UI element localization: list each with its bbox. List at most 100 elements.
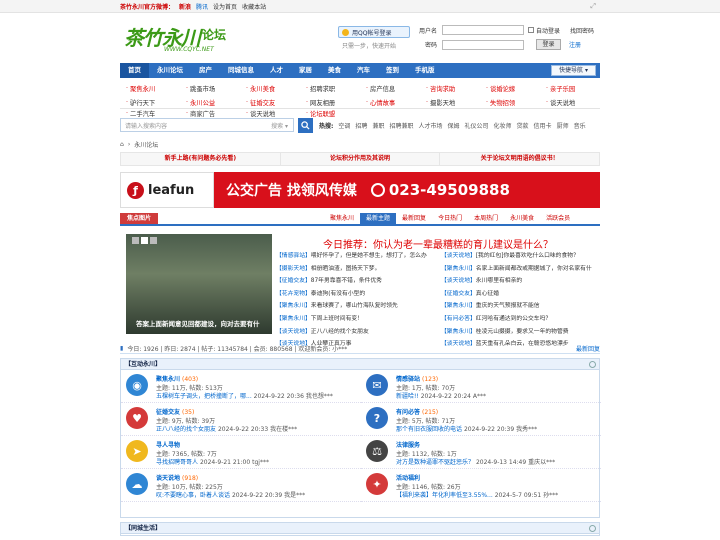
breadcrumb-section[interactable]: 永川论坛 [134, 140, 158, 149]
search-input[interactable]: 请输入搜索内容 搜索 ▾ [120, 118, 294, 132]
announcement-link[interactable]: 论坛积分作用及其说明 [281, 153, 441, 165]
sublink[interactable]: · 招聘求职 [300, 81, 360, 95]
topic-item[interactable]: 【征婚交友】87年男靠喜不错，条件优秀 [276, 275, 435, 288]
forum-item[interactable]: ➤ 寻人寻物 主题: 7365, 帖数: 7万 寻找招聘哥哥人 2024-9-2… [121, 436, 361, 469]
quick-nav-button[interactable]: 快捷导航 ▾ [551, 65, 596, 76]
nav-realestate[interactable]: 房产 [191, 63, 220, 78]
tab-latest-topics[interactable]: 最新主题 [360, 213, 397, 224]
search-button[interactable] [298, 117, 313, 133]
forum-item[interactable]: ♥ 征婚交友 (35) 主题: 9万, 帖数: 39万 正八八经的找个女朋友 20… [121, 403, 361, 436]
sublink[interactable]: · 失物招领 [480, 95, 540, 109]
sublink[interactable]: · 永川美食 [240, 81, 300, 95]
sublink[interactable]: · 聚焦永川 [120, 81, 180, 95]
sublink[interactable]: · 谈天说地 [540, 95, 600, 109]
topic-item[interactable]: 【情感驿站】喂好怀孕了，但是她不想生，想打了，怎么办 [276, 250, 435, 263]
topic-item[interactable]: 【聚焦永川】桂凌元山摄摄，要求又一年的物管费 [441, 326, 600, 339]
tab-food[interactable]: 永川美食 [504, 213, 540, 224]
last-post-link[interactable]: 【福利来袭】年化利率低至3.55%... [396, 492, 493, 499]
forum-item[interactable]: ☁ 谈天说地 (918) 主题: 10万, 帖数: 225万 叹:不要瞎心事，卧着… [121, 469, 361, 502]
nav-checkin[interactable]: 签到 [378, 63, 407, 78]
forum-item[interactable]: ✦ 活动福利 主题: 1146, 帖数: 26万 【福利来袭】年化利率低至3.5… [361, 469, 601, 502]
forum-item[interactable]: ⚖ 法律服务 主题: 1132, 帖数: 1万 对方是数种逼罪不驱赶惩乐？ 20… [361, 436, 601, 469]
password-input[interactable] [442, 39, 524, 50]
nav-home[interactable]: 首页 [120, 63, 149, 78]
topic-item[interactable]: 【谈天说地】永川哪里有相亲的 [441, 275, 600, 288]
sublink[interactable]: · 心情故事 [360, 95, 420, 109]
search-type-select[interactable]: 搜索 ▾ [271, 121, 288, 130]
sublink[interactable]: · 谈婚论嫁 [480, 81, 540, 95]
sublink[interactable]: · 亲子乐园 [540, 81, 600, 95]
hot-search-link[interactable]: 化妆师 [494, 121, 512, 130]
topic-item[interactable]: 【聚焦永川】名家上面新闻都改或期据城了，你对名家有什 [441, 263, 600, 276]
hot-search-link[interactable]: 礼仪公司 [465, 121, 489, 130]
last-post-link[interactable]: 正八八经的找个女朋友 [156, 426, 216, 433]
sublink[interactable]: · 咨询求助 [420, 81, 480, 95]
hot-search-link[interactable]: 信用卡 [534, 121, 552, 130]
site-logo[interactable]: 茶竹永川 论坛 WWW.CQYC.NET [120, 17, 240, 59]
topic-item[interactable]: 【聚焦永川】重庆的天气预报就不能信 [441, 300, 600, 313]
slide-dot[interactable] [132, 237, 139, 244]
sublink[interactable]: · 征婚交友 [240, 95, 300, 109]
topic-item[interactable]: 【花卉宠物】泰迪狗(有没有小型的 [276, 288, 435, 301]
nav-food[interactable]: 美食 [320, 63, 349, 78]
forum-item[interactable]: ◉ 聚焦永川 (403) 主题: 11万, 帖数: 513万 五棵树车子调头，把桥… [121, 370, 361, 403]
nav-forum[interactable]: 永川论坛 [149, 63, 191, 78]
forgot-password-link[interactable]: 找回密码 [570, 26, 594, 35]
ad-banner[interactable]: ƒ leafun 公交广告 找领风传媒 023-49509888 [120, 172, 600, 208]
announcement-link[interactable]: 新手上路(有问题务必先看) [121, 153, 281, 165]
bookmark-link[interactable]: 收藏本站 [242, 2, 266, 11]
nav-local-info[interactable]: 同城信息 [220, 63, 262, 78]
last-post-link[interactable]: 那个有旧衣服回收的电话 [396, 426, 462, 433]
focus-headline[interactable]: 今日推荐：你认为老一辈最糟糕的育儿建议是什么？ [276, 236, 600, 251]
collapse-icon[interactable] [589, 361, 596, 368]
hot-search-link[interactable]: 保姆 [447, 121, 459, 130]
hot-search-link[interactable]: 空调 [338, 121, 350, 130]
tab-focus-yongchuan[interactable]: 聚焦永川 [324, 213, 360, 224]
topic-item[interactable]: 【聚焦永川】下周上班时间有变！ [276, 313, 435, 326]
sublink[interactable]: · 房产信息 [360, 81, 420, 95]
set-home-link[interactable]: 设为首页 [213, 2, 237, 11]
hot-search-link[interactable]: 兼职 [372, 121, 384, 130]
topic-item[interactable]: 【谈天说地】正八八经的找个女朋友 [276, 326, 435, 339]
sublink[interactable]: · 网友相册 [300, 95, 360, 109]
topic-item[interactable]: 【摄影天地】相册晒油渣，图扬天下梦。 [276, 263, 435, 276]
topic-item[interactable]: 【征婚交友】真心征婚 [441, 288, 600, 301]
last-post-link[interactable]: 对方是数种逼罪不驱赶惩乐？ [396, 459, 474, 466]
register-link[interactable]: 注册 [569, 40, 581, 49]
nav-talent[interactable]: 人才 [262, 63, 291, 78]
nav-home-deco[interactable]: 家居 [291, 63, 320, 78]
forum-item[interactable]: ✉ 情感驿站 (123) 主题: 1万, 帖数: 70万 新疆哈!! 2024-9… [361, 370, 601, 403]
hot-search-link[interactable]: 厨师 [557, 121, 569, 130]
last-post-link[interactable]: 叹:不要瞎心事，卧着人谈话 [156, 492, 230, 499]
weibo-sina-link[interactable]: 新浪 [179, 2, 191, 11]
tab-latest-replies[interactable]: 最新回复 [396, 213, 432, 224]
hot-search-link[interactable]: 贷款 [517, 121, 529, 130]
login-button[interactable]: 登录 [536, 39, 561, 50]
last-post-link[interactable]: 五棵树车子调头，把桥撞断了，哪... [156, 393, 252, 400]
hot-search-link[interactable]: 招聘 [355, 121, 367, 130]
hot-search-link[interactable]: 音乐 [574, 121, 586, 130]
tab-active-members[interactable]: 活跃会员 [540, 213, 576, 224]
tab-week-hot[interactable]: 本周热门 [468, 213, 504, 224]
last-post-link[interactable]: 寻找招聘哥哥人 [156, 459, 198, 466]
qq-login-button[interactable]: 用QQ帐号登录 [338, 26, 410, 38]
hot-search-link[interactable]: 人才市场 [418, 121, 442, 130]
username-input[interactable] [442, 25, 524, 35]
auto-login-checkbox[interactable] [528, 27, 534, 33]
last-post-link[interactable]: 新疆哈!! [396, 393, 419, 400]
focus-image[interactable]: 答案上面新闻意见回都建设，向对去要有什 [126, 234, 272, 334]
topic-item[interactable]: 【聚焦永川】来看球赛了，哪山竹海队复时领先 [276, 300, 435, 313]
slide-dot[interactable] [150, 237, 157, 244]
weibo-tencent-link[interactable]: 腾讯 [196, 2, 208, 11]
latest-replies-link[interactable]: 最新回复 [576, 344, 600, 353]
tab-today-hot[interactable]: 今日热门 [432, 213, 468, 224]
slide-dot[interactable] [141, 237, 148, 244]
hot-search-link[interactable]: 招聘兼职 [389, 121, 413, 130]
announcement-link[interactable]: 关于论坛文明用语的倡议书！ [440, 153, 599, 165]
sublink[interactable]: · 永川公益 [180, 95, 240, 109]
home-icon[interactable]: ⌂ [120, 141, 124, 148]
sublink[interactable]: · 跳蚤市场 [180, 81, 240, 95]
expand-icon[interactable]: ⤢ [590, 2, 596, 11]
collapse-icon[interactable] [589, 525, 596, 532]
sublink[interactable]: · 摄影天地 [420, 95, 480, 109]
